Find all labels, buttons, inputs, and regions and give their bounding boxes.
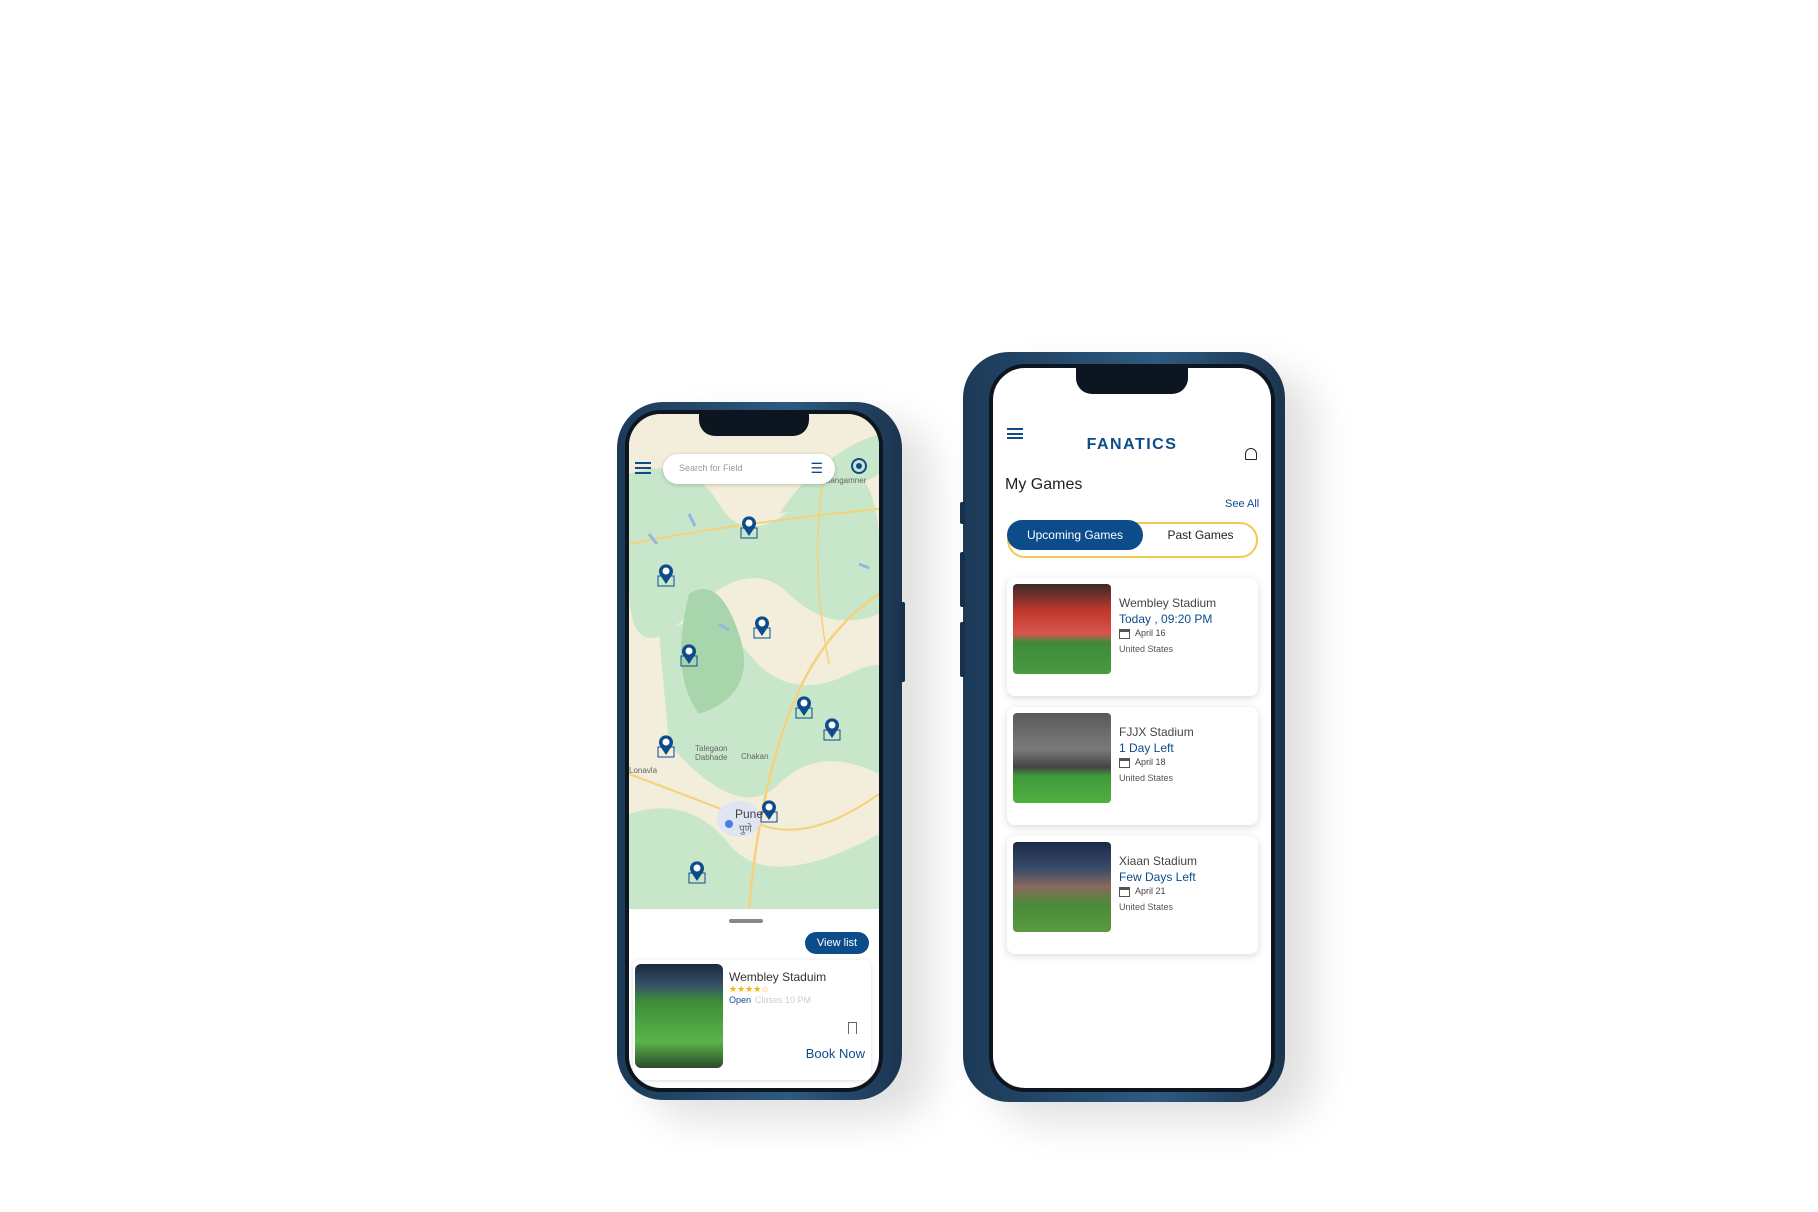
map-label-talegaon: Talegaon Dabhade xyxy=(695,744,728,762)
drag-handle[interactable] xyxy=(729,919,763,923)
filter-icon[interactable]: ☰ xyxy=(810,460,823,477)
tab-past-games[interactable]: Past Games xyxy=(1143,528,1258,542)
map-phone: Sangamner Talegaon Dabhade Chakan Lonavl… xyxy=(617,402,905,1100)
map-label-chakan: Chakan xyxy=(741,752,769,761)
side-button xyxy=(960,502,965,524)
stadium-name: Xiaan Stadium xyxy=(1119,854,1198,868)
game-card[interactable]: Xiaan Stadium Few Days Left April 21 Uni… xyxy=(1007,836,1258,954)
rating-stars: ★★★★☆ xyxy=(729,984,770,994)
calendar-icon xyxy=(1119,887,1130,897)
stadium-pin-icon[interactable] xyxy=(688,861,706,884)
stadium-pin-icon[interactable] xyxy=(760,800,778,823)
games-phone: FANATICS My Games See All Upcoming Games… xyxy=(960,352,1285,1102)
stadium-pin-icon[interactable] xyxy=(823,718,841,741)
field-image xyxy=(635,964,723,1068)
field-name: Wembley Staduim xyxy=(729,970,827,984)
stadium-pin-icon[interactable] xyxy=(680,644,698,667)
tab-upcoming-games[interactable]: Upcoming Games xyxy=(1007,520,1143,550)
map-graphic xyxy=(629,434,879,909)
game-date: April 21 xyxy=(1135,886,1166,896)
side-button xyxy=(960,552,965,607)
map-label-pune: Pune xyxy=(735,807,764,821)
games-screen: FANATICS My Games See All Upcoming Games… xyxy=(989,364,1275,1092)
game-card[interactable]: FJJX Stadium 1 Day Left April 18 United … xyxy=(1007,707,1258,825)
game-date: April 16 xyxy=(1135,628,1166,638)
stadium-pin-icon[interactable] xyxy=(740,516,758,539)
bell-icon[interactable] xyxy=(1245,448,1257,460)
map[interactable]: Sangamner Talegaon Dabhade Chakan Lonavl… xyxy=(629,414,879,909)
stadium-pin-icon[interactable] xyxy=(753,616,771,639)
book-now-link[interactable]: Book Now xyxy=(806,1046,865,1061)
search-bar[interactable]: Search for Field ☰ xyxy=(663,454,835,484)
notch xyxy=(1076,368,1188,394)
search-input[interactable]: Search for Field xyxy=(679,463,743,473)
game-country: United States xyxy=(1119,644,1174,654)
side-button xyxy=(960,622,965,677)
see-all-link[interactable]: See All xyxy=(1225,498,1259,510)
calendar-icon xyxy=(1119,758,1130,768)
game-card[interactable]: Wembley Stadium Today , 09:20 PM April 1… xyxy=(1007,578,1258,696)
map-label-pune-local: पुणे xyxy=(739,824,752,835)
field-card[interactable]: Wembley Staduim ★★★★☆ Open Closes 10 PM … xyxy=(633,960,871,1080)
notch xyxy=(699,414,809,436)
stadium-pin-icon[interactable] xyxy=(795,696,813,719)
game-date: April 18 xyxy=(1135,757,1166,767)
map-screen: Sangamner Talegaon Dabhade Chakan Lonavl… xyxy=(625,410,883,1092)
game-country: United States xyxy=(1119,773,1174,783)
side-button xyxy=(900,602,905,682)
stadium-image xyxy=(1013,842,1111,932)
bookmark-icon[interactable] xyxy=(848,1022,857,1034)
app-logo: FANATICS xyxy=(1086,436,1178,453)
view-list-button[interactable]: View list xyxy=(805,932,869,954)
tab-bar: Upcoming Games Past Games xyxy=(1007,520,1258,558)
locate-icon[interactable] xyxy=(851,458,867,474)
stadium-pin-icon[interactable] xyxy=(657,564,675,587)
calendar-icon xyxy=(1119,629,1130,639)
stadium-name: Wembley Stadium xyxy=(1119,596,1217,610)
game-time: Today , 09:20 PM xyxy=(1119,612,1213,626)
field-status: Open xyxy=(729,995,752,1005)
stadium-image xyxy=(1013,713,1111,803)
field-closes: Closes 10 PM xyxy=(755,995,812,1005)
game-time: 1 Day Left xyxy=(1119,741,1174,755)
menu-icon[interactable] xyxy=(635,462,651,474)
page-title: My Games xyxy=(1005,476,1083,493)
game-time: Few Days Left xyxy=(1119,870,1196,884)
stadium-name: FJJX Stadium xyxy=(1119,725,1194,739)
map-label-lonavla: Lonavla xyxy=(629,766,658,775)
game-country: United States xyxy=(1119,902,1174,912)
stadium-pin-icon[interactable] xyxy=(657,735,675,758)
stadium-image xyxy=(1013,584,1111,674)
